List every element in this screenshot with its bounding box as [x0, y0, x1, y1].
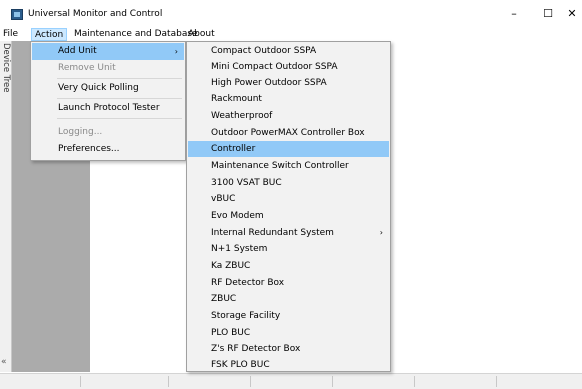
- window-title: Universal Monitor and Control: [28, 9, 163, 19]
- submenu-item-fsk-plo-buc[interactable]: FSK PLO BUC: [188, 357, 389, 373]
- submenu-item-plo-buc[interactable]: PLO BUC: [188, 325, 389, 341]
- menu-item-add-unit[interactable]: Add Unit ›: [32, 43, 184, 60]
- submenu-item-controller[interactable]: Controller: [188, 141, 389, 157]
- menu-maintenance-and-database[interactable]: Maintenance and Database: [71, 28, 201, 41]
- submenu-item-vbuc[interactable]: vBUC: [188, 191, 389, 207]
- menu-item-launch-protocol-tester[interactable]: Launch Protocol Tester: [32, 100, 184, 117]
- submenu-item-ka-zbuc[interactable]: Ka ZBUC: [188, 258, 389, 274]
- action-menu: Add Unit › Remove Unit Very Quick Pollin…: [30, 41, 186, 161]
- status-pane: [88, 376, 169, 387]
- menu-item-label: Add Unit: [58, 46, 97, 56]
- submenu-item-outdoor-powermax-controller-box[interactable]: Outdoor PowerMAX Controller Box: [188, 125, 389, 141]
- menu-item-remove-unit: Remove Unit: [58, 63, 116, 73]
- chevron-right-icon: ›: [379, 228, 383, 237]
- menu-separator: [57, 98, 182, 99]
- menu-item-preferences[interactable]: Preferences...: [32, 141, 184, 158]
- submenu-item-label: Internal Redundant System: [211, 228, 334, 238]
- submenu-item-3100-vsat-buc[interactable]: 3100 VSAT BUC: [188, 175, 389, 191]
- app-icon: [11, 9, 23, 20]
- menu-file[interactable]: File: [0, 28, 21, 41]
- add-unit-submenu: Compact Outdoor SSPA Mini Compact Outdoo…: [186, 41, 391, 372]
- close-button[interactable]: ✕: [558, 4, 582, 24]
- status-bar: [0, 373, 582, 389]
- submenu-item-rf-detector-box[interactable]: RF Detector Box: [188, 275, 389, 291]
- menu-item-logging: Logging...: [58, 127, 103, 137]
- submenu-item-high-power-outdoor-sspa[interactable]: High Power Outdoor SSPA: [188, 75, 389, 91]
- submenu-item-internal-redundant-system[interactable]: Internal Redundant System ›: [188, 225, 389, 241]
- menu-separator: [57, 78, 182, 79]
- submenu-item-rackmount[interactable]: Rackmount: [188, 91, 389, 107]
- status-pane: [0, 376, 81, 387]
- submenu-item-n-plus-1-system[interactable]: N+1 System: [188, 241, 389, 257]
- collapse-icon[interactable]: «: [1, 357, 7, 367]
- menu-item-very-quick-polling[interactable]: Very Quick Polling: [32, 80, 184, 97]
- title-bar: Universal Monitor and Control – ☐ ✕: [0, 0, 582, 28]
- submenu-item-zbuc[interactable]: ZBUC: [188, 291, 389, 307]
- submenu-item-evo-modem[interactable]: Evo Modem: [188, 208, 389, 224]
- submenu-item-mini-compact-outdoor-sspa[interactable]: Mini Compact Outdoor SSPA: [188, 59, 389, 75]
- chevron-right-icon: ›: [174, 47, 178, 56]
- menu-separator: [57, 118, 182, 119]
- device-tree-label: Device Tree: [1, 43, 11, 93]
- submenu-item-maintenance-switch-controller[interactable]: Maintenance Switch Controller: [188, 158, 389, 174]
- menu-action[interactable]: Action: [31, 28, 68, 41]
- status-pane: [252, 376, 333, 387]
- submenu-item-compact-outdoor-sspa[interactable]: Compact Outdoor SSPA: [188, 43, 389, 59]
- submenu-item-weatherproof[interactable]: Weatherproof: [188, 108, 389, 124]
- minimize-button[interactable]: –: [500, 4, 528, 24]
- status-pane: [334, 376, 415, 387]
- device-tree-sidebar[interactable]: Device Tree «: [0, 41, 12, 372]
- status-pane: [416, 376, 497, 387]
- menu-about[interactable]: About: [185, 28, 218, 41]
- submenu-item-zs-rf-detector-box[interactable]: Z's RF Detector Box: [188, 341, 389, 357]
- submenu-item-storage-facility[interactable]: Storage Facility: [188, 308, 389, 324]
- menu-bar: File Action Maintenance and Database Abo…: [0, 28, 582, 41]
- status-pane: [170, 376, 251, 387]
